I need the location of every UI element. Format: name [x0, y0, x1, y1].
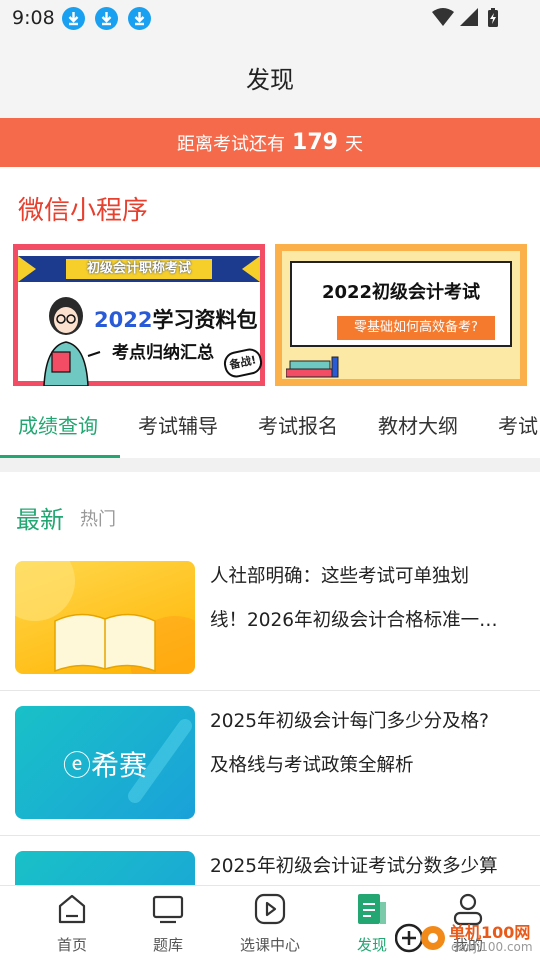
banner-stamp: 备战! [221, 346, 265, 380]
section-separator [0, 458, 540, 472]
countdown-suffix: 天 [344, 133, 363, 155]
download-icon [128, 7, 151, 30]
banner-card: 2022初级会计考试 零基础如何高效备考? [290, 261, 512, 347]
tab-exam-registration[interactable]: 考试报名 [258, 410, 338, 439]
download-icon [62, 7, 85, 30]
mini-program-title: 微信小程序 [18, 196, 149, 226]
list-divider [0, 835, 540, 836]
list-divider [0, 690, 540, 691]
article-title: 2025年初级会计每门多少分及格? 及格线与考试政策全解析 [210, 711, 489, 776]
system-status-icons [432, 8, 498, 27]
book-illustration [15, 561, 195, 674]
tab-exam-tutoring[interactable]: 考试辅导 [138, 410, 218, 439]
subtab-latest[interactable]: 最新 [16, 500, 64, 535]
watermark-url: danji100.com [451, 940, 533, 954]
banner-ribbon-text: 初级会计职称考试 [86, 261, 191, 276]
category-tabs: 成绩查询 考试辅导 考试报名 教材大纲 考试 [0, 400, 540, 458]
discover-icon [358, 894, 386, 924]
tab-score-query[interactable]: 成绩查询 [18, 410, 98, 439]
mini-program-banner-exam-prep[interactable]: 2022初级会计考试 零基础如何高效备考? [275, 244, 527, 386]
home-icon [58, 894, 86, 924]
status-bar: 9:08 [0, 0, 540, 36]
article-thumbnail [15, 561, 195, 674]
banner-headline: 2022初级会计考试 [321, 282, 481, 303]
watermark-logo-icon [395, 923, 445, 953]
nav-label: 题库 [152, 936, 183, 954]
page-title: 发现 [246, 66, 294, 94]
article-title: 人社部明确：这些考试可单独划 线！2026年初级会计合格标准一… [210, 566, 498, 631]
nav-course-center[interactable]: 选课中心 [222, 886, 318, 960]
nav-question-bank[interactable]: 题库 [120, 886, 216, 960]
student-illustration [43, 297, 101, 386]
nav-label: 首页 [56, 936, 87, 954]
mini-program-banner-study-pack[interactable]: 初级会计职称考试 2022学习资料包 考点归纳汇总 备战! [13, 244, 265, 386]
nav-label: 选课中心 [239, 936, 300, 954]
signal-icon [460, 8, 478, 26]
exam-countdown-banner: 距离考试还有 179 天 [0, 118, 540, 167]
site-watermark: 单机100网 danji100.com [395, 915, 540, 960]
page-header: 发现 [0, 36, 540, 118]
wifi-icon [432, 8, 454, 26]
tab-syllabus[interactable]: 教材大纲 [378, 410, 458, 439]
download-icon [95, 7, 118, 30]
xisai-logo: ⓔ希赛 [62, 749, 148, 782]
play-icon [254, 893, 286, 925]
nav-home[interactable]: 首页 [24, 886, 120, 960]
countdown-days: 179 [292, 130, 338, 155]
banner-subheadline: 考点归纳汇总 [112, 343, 214, 363]
article-title: 2025年初级会计证考试分数多少算 [210, 856, 498, 877]
countdown-prefix: 距离考试还有 [177, 133, 286, 155]
tab-exam[interactable]: 考试 [498, 410, 538, 439]
status-time: 9:08 [12, 7, 55, 29]
banner-subheadline: 零基础如何高效备考? [337, 316, 495, 340]
books-illustration [286, 356, 339, 378]
article-thumbnail: ⓔ希赛 [15, 706, 195, 819]
subtab-popular[interactable]: 热门 [80, 505, 116, 531]
banner-headline: 2022学习资料包 [94, 308, 258, 332]
monitor-icon [152, 895, 184, 924]
